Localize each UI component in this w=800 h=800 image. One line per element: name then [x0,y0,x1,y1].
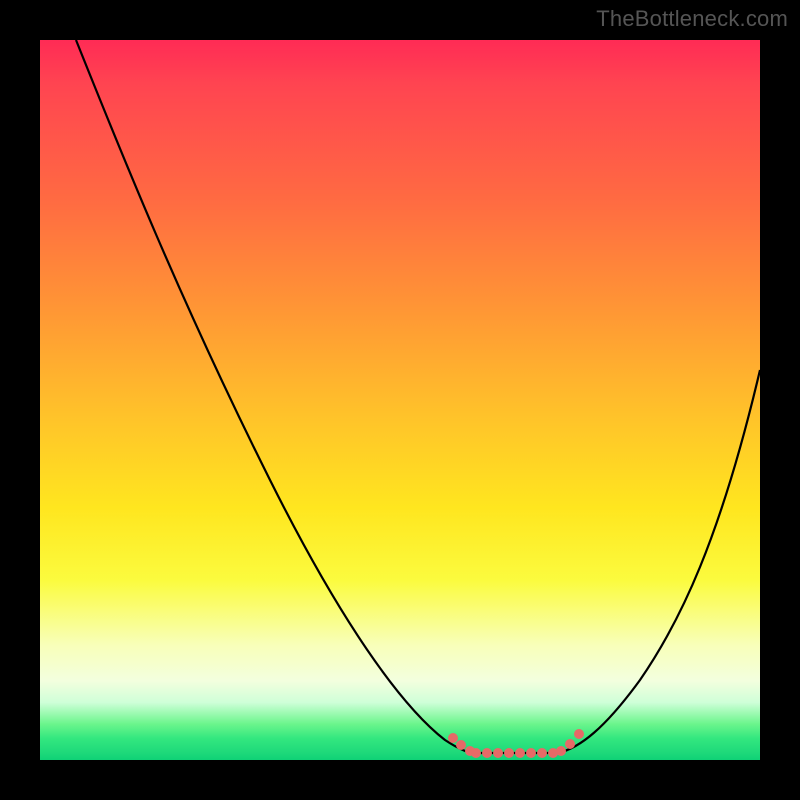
plot-area [40,40,760,760]
curve-layer [40,40,760,760]
curve-left-branch [76,40,472,753]
watermark-text: TheBottleneck.com [596,6,788,32]
chart-stage: TheBottleneck.com [0,0,800,800]
curve-right-branch [558,370,760,753]
